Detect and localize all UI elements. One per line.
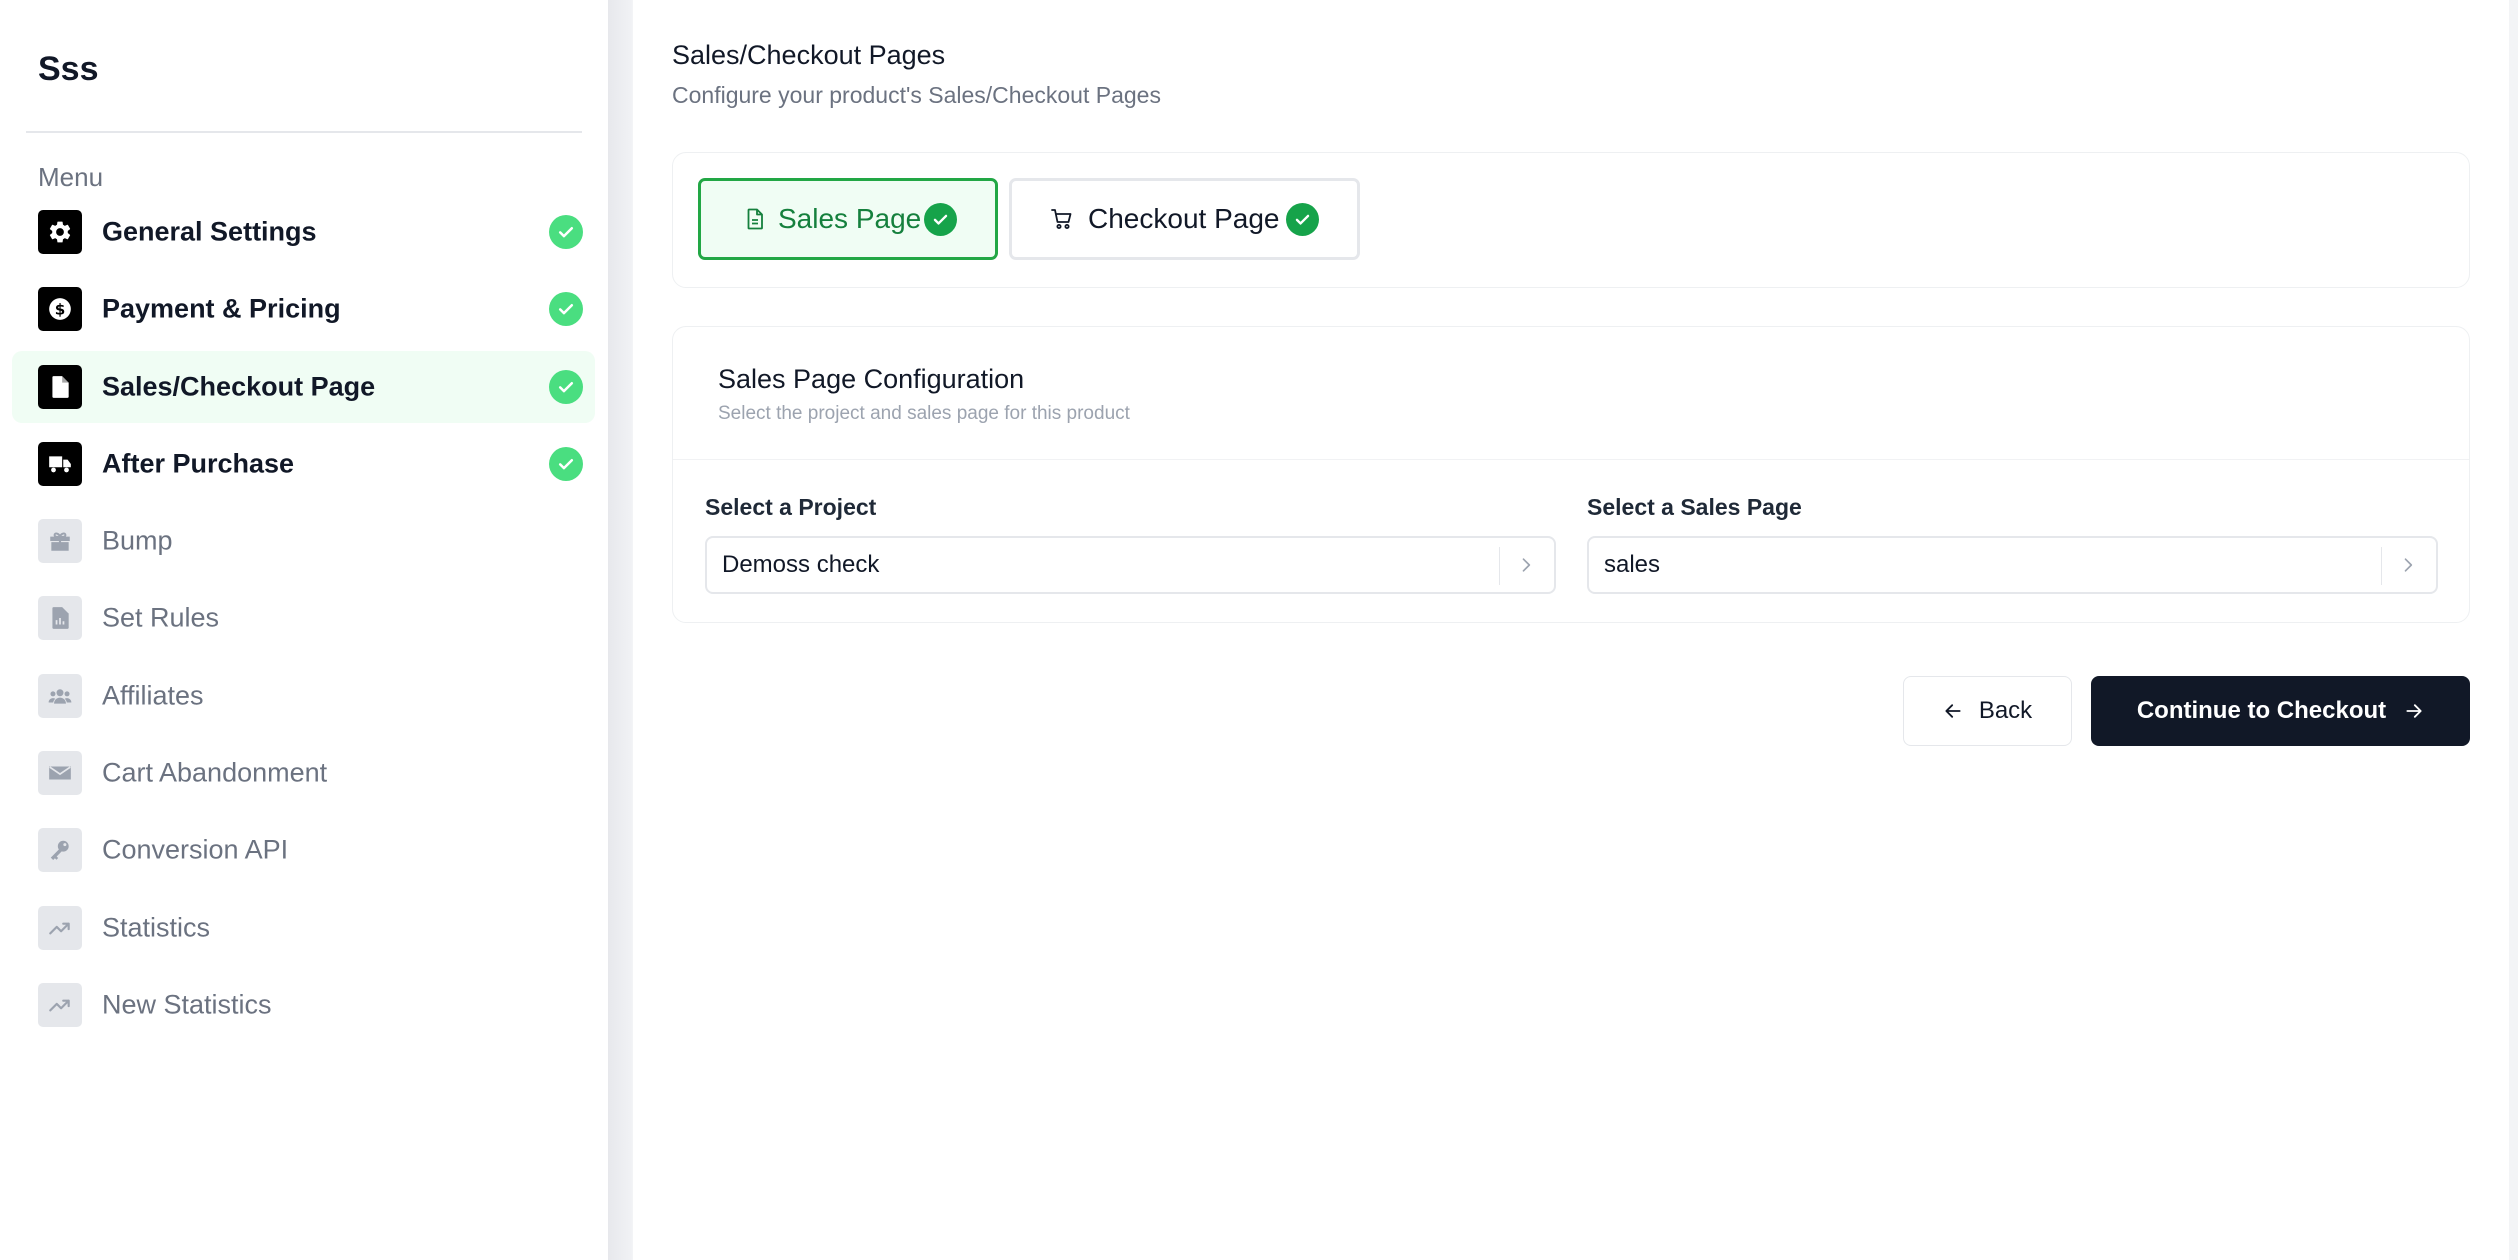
sidebar-item-label: Cart Abandonment [102,757,328,788]
continue-to-checkout-button[interactable]: Continue to Checkout [2091,676,2470,746]
check-circle-icon [549,215,583,249]
app-title: Sss [38,50,99,88]
file-icon [38,364,82,409]
file-chart-icon [38,596,82,641]
truck-icon [38,441,82,486]
sales-page-select[interactable]: sales [1587,536,2438,594]
sidebar-item-label: General Settings [102,216,317,247]
gear-icon [38,210,82,254]
gift-icon [38,519,82,564]
page-subtitle: Configure your product's Sales/Checkout … [672,82,1161,108]
sidebar-item-label: Payment & Pricing [102,293,341,324]
sidebar-item-statistics[interactable]: Statistics [12,892,595,964]
project-label: Select a Project [705,494,877,520]
arrow-right-icon [2406,704,2422,718]
dollar-icon: $ [38,287,82,332]
page-title: Sales/Checkout Pages [672,40,946,70]
continue-button-label: Continue to Checkout [2136,697,2387,724]
sales-page-label: Select a Sales Page [1587,494,1802,520]
sidebar-item-label: New Statistics [102,989,272,1020]
file-icon [747,208,763,230]
cart-icon [1051,209,1072,229]
chevron-right-icon[interactable] [2398,555,2418,575]
sidebar-item-label: After Purchase [102,448,295,479]
trend-up-icon [38,905,82,950]
sidebar-shadow [608,0,632,1260]
sidebar-item-set-rules[interactable]: Set Rules [12,582,595,654]
config-header: Sales Page Configuration Select the proj… [673,327,2469,460]
sidebar-item-label: Statistics [102,912,211,943]
users-icon [38,673,82,718]
select-separator [1498,547,1500,585]
sidebar-item-sales-checkout-page[interactable]: Sales/Checkout Page [12,350,595,423]
svg-text:$: $ [55,301,66,319]
sidebar-item-bump[interactable]: Bump [12,505,595,577]
config-title: Sales Page Configuration [718,364,1025,394]
sales-page-select-value: sales [1604,551,1661,578]
sidebar-item-payment-pricing[interactable]: $ Payment & Pricing [12,273,595,345]
tab-checkout-page[interactable]: Checkout Page [1009,178,1360,260]
check-circle-icon [1286,202,1319,236]
sidebar-item-affiliates[interactable]: Affiliates [12,660,595,732]
sidebar-nav: General Settings $ Payment & Pricing Sal… [12,196,595,1046]
tab-label: Sales Page [778,203,922,234]
back-button[interactable]: Back [1903,676,2072,746]
back-button-label: Back [1978,697,2033,724]
key-icon [38,828,82,873]
check-circle-icon [549,292,583,327]
sidebar-item-after-purchase[interactable]: After Purchase [12,428,595,500]
project-select-value: Demoss check [722,551,880,578]
sidebar-item-label: Affiliates [102,680,204,711]
project-select[interactable]: Demoss check [705,536,1556,594]
project-field: Select a Project Demoss check [705,492,1556,594]
check-circle-icon [924,202,957,236]
tab-sales-page[interactable]: Sales Page [698,178,998,260]
select-separator [2380,547,2382,585]
sidebar-item-label: Set Rules [102,602,220,633]
sidebar-item-label: Bump [102,525,173,556]
tab-label: Checkout Page [1088,203,1280,234]
config-description: Select the project and sales page for th… [718,403,1130,424]
trend-up-icon [38,982,82,1027]
arrow-left-icon [1945,704,1961,718]
chevron-right-icon[interactable] [1516,555,1536,575]
sidebar-item-label: Sales/Checkout Page [102,371,376,402]
sidebar-item-conversion-api[interactable]: Conversion API [12,814,595,886]
check-circle-icon [549,369,583,404]
envelope-icon [38,751,82,796]
sidebar-item-label: Conversion API [102,834,289,865]
page-type-tabs: Sales Page Checkout Page [672,152,2470,288]
main-panel: Sales/Checkout Pages Configure your prod… [633,0,2509,1260]
check-circle-icon [549,446,583,481]
sidebar-item-cart-abandonment[interactable]: Cart Abandonment [12,737,595,809]
sidebar-item-general-settings[interactable]: General Settings [12,196,595,268]
sidebar-divider [26,131,582,133]
sales-page-field: Select a Sales Page sales [1587,492,2438,594]
sales-page-config-card: Sales Page Configuration Select the proj… [672,326,2470,623]
sidebar: Sss Menu General Settings $ Payment & Pr… [0,0,608,1260]
menu-label: Menu [38,162,104,192]
sidebar-item-new-statistics[interactable]: New Statistics [12,969,595,1041]
